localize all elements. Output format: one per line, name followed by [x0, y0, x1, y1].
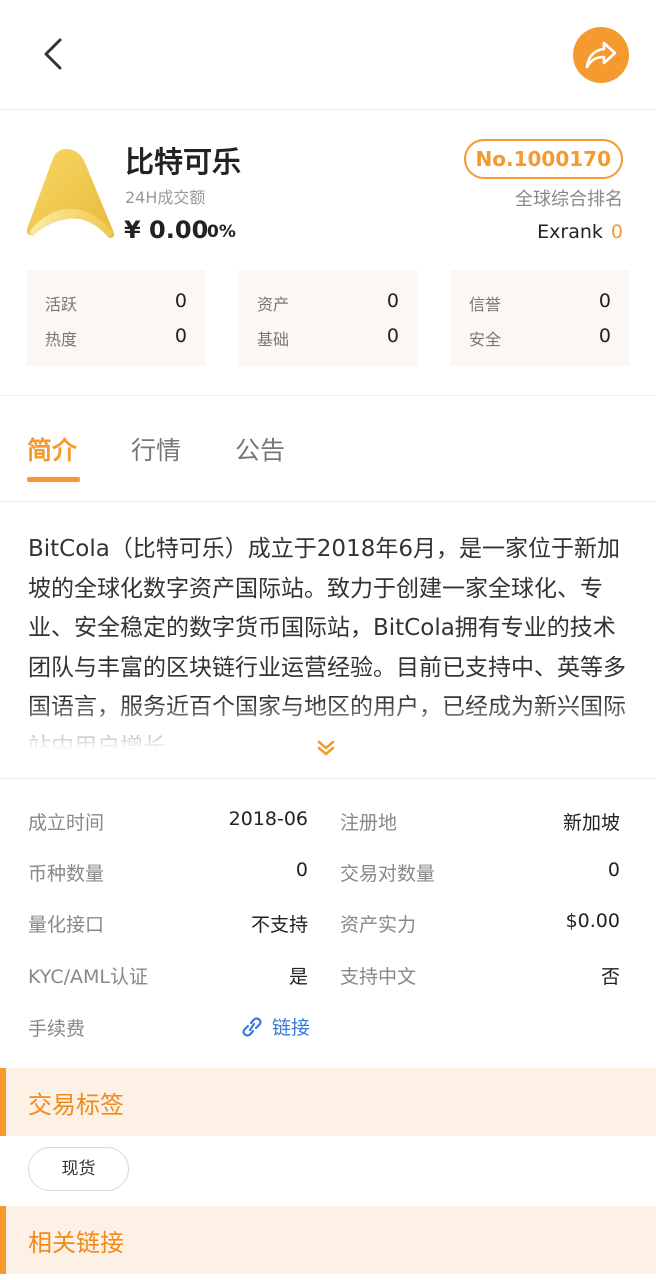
back-button[interactable] [36, 32, 76, 76]
stat-row: 热度 0 [45, 325, 187, 350]
info-kyc: KYC/AML认证 是 [28, 962, 308, 992]
info-label: KYC/AML认证 [28, 966, 148, 988]
rank-label: 全球综合排名 [515, 189, 623, 210]
exchange-logo [26, 149, 115, 238]
info-value: 否 [600, 966, 620, 988]
section-title: 相关链接 [28, 1229, 124, 1257]
info-region: 注册地 新加坡 [340, 808, 620, 838]
info-fee: 手续费 [28, 1014, 228, 1044]
section-accent-bar [0, 1206, 6, 1274]
section-title: 交易标签 [28, 1091, 124, 1119]
exchange-name: 比特可乐 [125, 145, 242, 179]
info-value: 新加坡 [562, 812, 620, 834]
tab-announcements[interactable]: 公告 [235, 431, 285, 467]
stat-label: 热度 [45, 330, 78, 349]
stat-value: 0 [386, 325, 399, 347]
info-pairs: 交易对数量 0 [340, 859, 620, 889]
section-trading-tags: 交易标签 [0, 1068, 656, 1136]
info-label: 手续费 [28, 1018, 86, 1040]
section-related-links: 相关链接 [0, 1206, 656, 1274]
info-label: 支持中文 [340, 966, 417, 988]
stat-value: 0 [174, 290, 187, 312]
stat-value: 0 [174, 325, 187, 347]
stat-row: 基础 0 [257, 325, 399, 350]
tab-market[interactable]: 行情 [131, 431, 181, 467]
stat-value: 0 [386, 290, 399, 312]
active-tab-indicator [27, 477, 80, 482]
info-value: 0 [607, 859, 620, 881]
chevron-left-icon [44, 38, 62, 70]
volume-value: ¥ 0.00 [124, 216, 209, 244]
tag-spot[interactable]: 现货 [28, 1147, 129, 1191]
info-label: 币种数量 [28, 863, 105, 885]
share-arrow-icon [585, 41, 617, 69]
info-value: 0 [295, 859, 308, 881]
stat-label: 资产 [257, 295, 290, 314]
stat-row: 信誉 0 [469, 290, 611, 315]
info-value: 不支持 [250, 914, 308, 936]
stat-box-activity: 活跃 0 热度 0 [27, 270, 205, 366]
divider [0, 778, 656, 779]
rank-badge: No.1000170 [463, 139, 623, 179]
section-accent-bar [0, 1068, 6, 1136]
stat-row: 活跃 0 [45, 290, 187, 315]
stat-value: 0 [598, 325, 611, 347]
stat-label: 信誉 [469, 295, 502, 314]
info-label: 注册地 [340, 812, 398, 834]
info-coins: 币种数量 0 [28, 859, 308, 889]
exchange-header: 比特可乐 24H成交额 ¥ 0.00 0% No.1000170 全球综合排名 … [0, 111, 656, 396]
exrank-value: 0 [610, 221, 623, 243]
volume-label: 24H成交额 [125, 188, 206, 207]
stat-label: 基础 [257, 330, 290, 349]
info-label: 成立时间 [28, 812, 105, 834]
info-label: 量化接口 [28, 914, 105, 936]
stat-box-reputation: 信誉 0 安全 0 [451, 270, 629, 366]
info-label: 交易对数量 [340, 863, 436, 885]
stat-row: 资产 0 [257, 290, 399, 315]
tab-intro[interactable]: 简介 [27, 431, 77, 467]
share-button[interactable] [573, 27, 629, 83]
stat-label: 安全 [469, 330, 502, 349]
info-api: 量化接口 不支持 [28, 910, 308, 940]
info-founded: 成立时间 2018-06 [28, 808, 308, 838]
expand-chevron-icon[interactable] [316, 738, 336, 758]
info-value: $0.00 [565, 910, 620, 932]
link-icon [242, 1017, 262, 1037]
top-bar [0, 0, 656, 110]
info-assets: 资产实力 $0.00 [340, 910, 620, 940]
fee-link[interactable]: 链接 [240, 1013, 310, 1040]
stat-label: 活跃 [45, 295, 78, 314]
exrank-label: Exrank [537, 221, 603, 243]
stat-value: 0 [598, 290, 611, 312]
fee-link-label: 链接 [272, 1017, 311, 1039]
volume-change: 0% [207, 222, 236, 242]
exrank: Exrank 0 [537, 221, 623, 243]
stat-row: 安全 0 [469, 325, 611, 350]
info-label: 资产实力 [340, 914, 417, 936]
info-value: 2018-06 [228, 808, 308, 830]
info-chinese: 支持中文 否 [340, 962, 620, 992]
tab-bar: 简介 行情 公告 [0, 397, 656, 502]
info-value: 是 [288, 966, 308, 988]
stat-box-assets: 资产 0 基础 0 [239, 270, 417, 366]
